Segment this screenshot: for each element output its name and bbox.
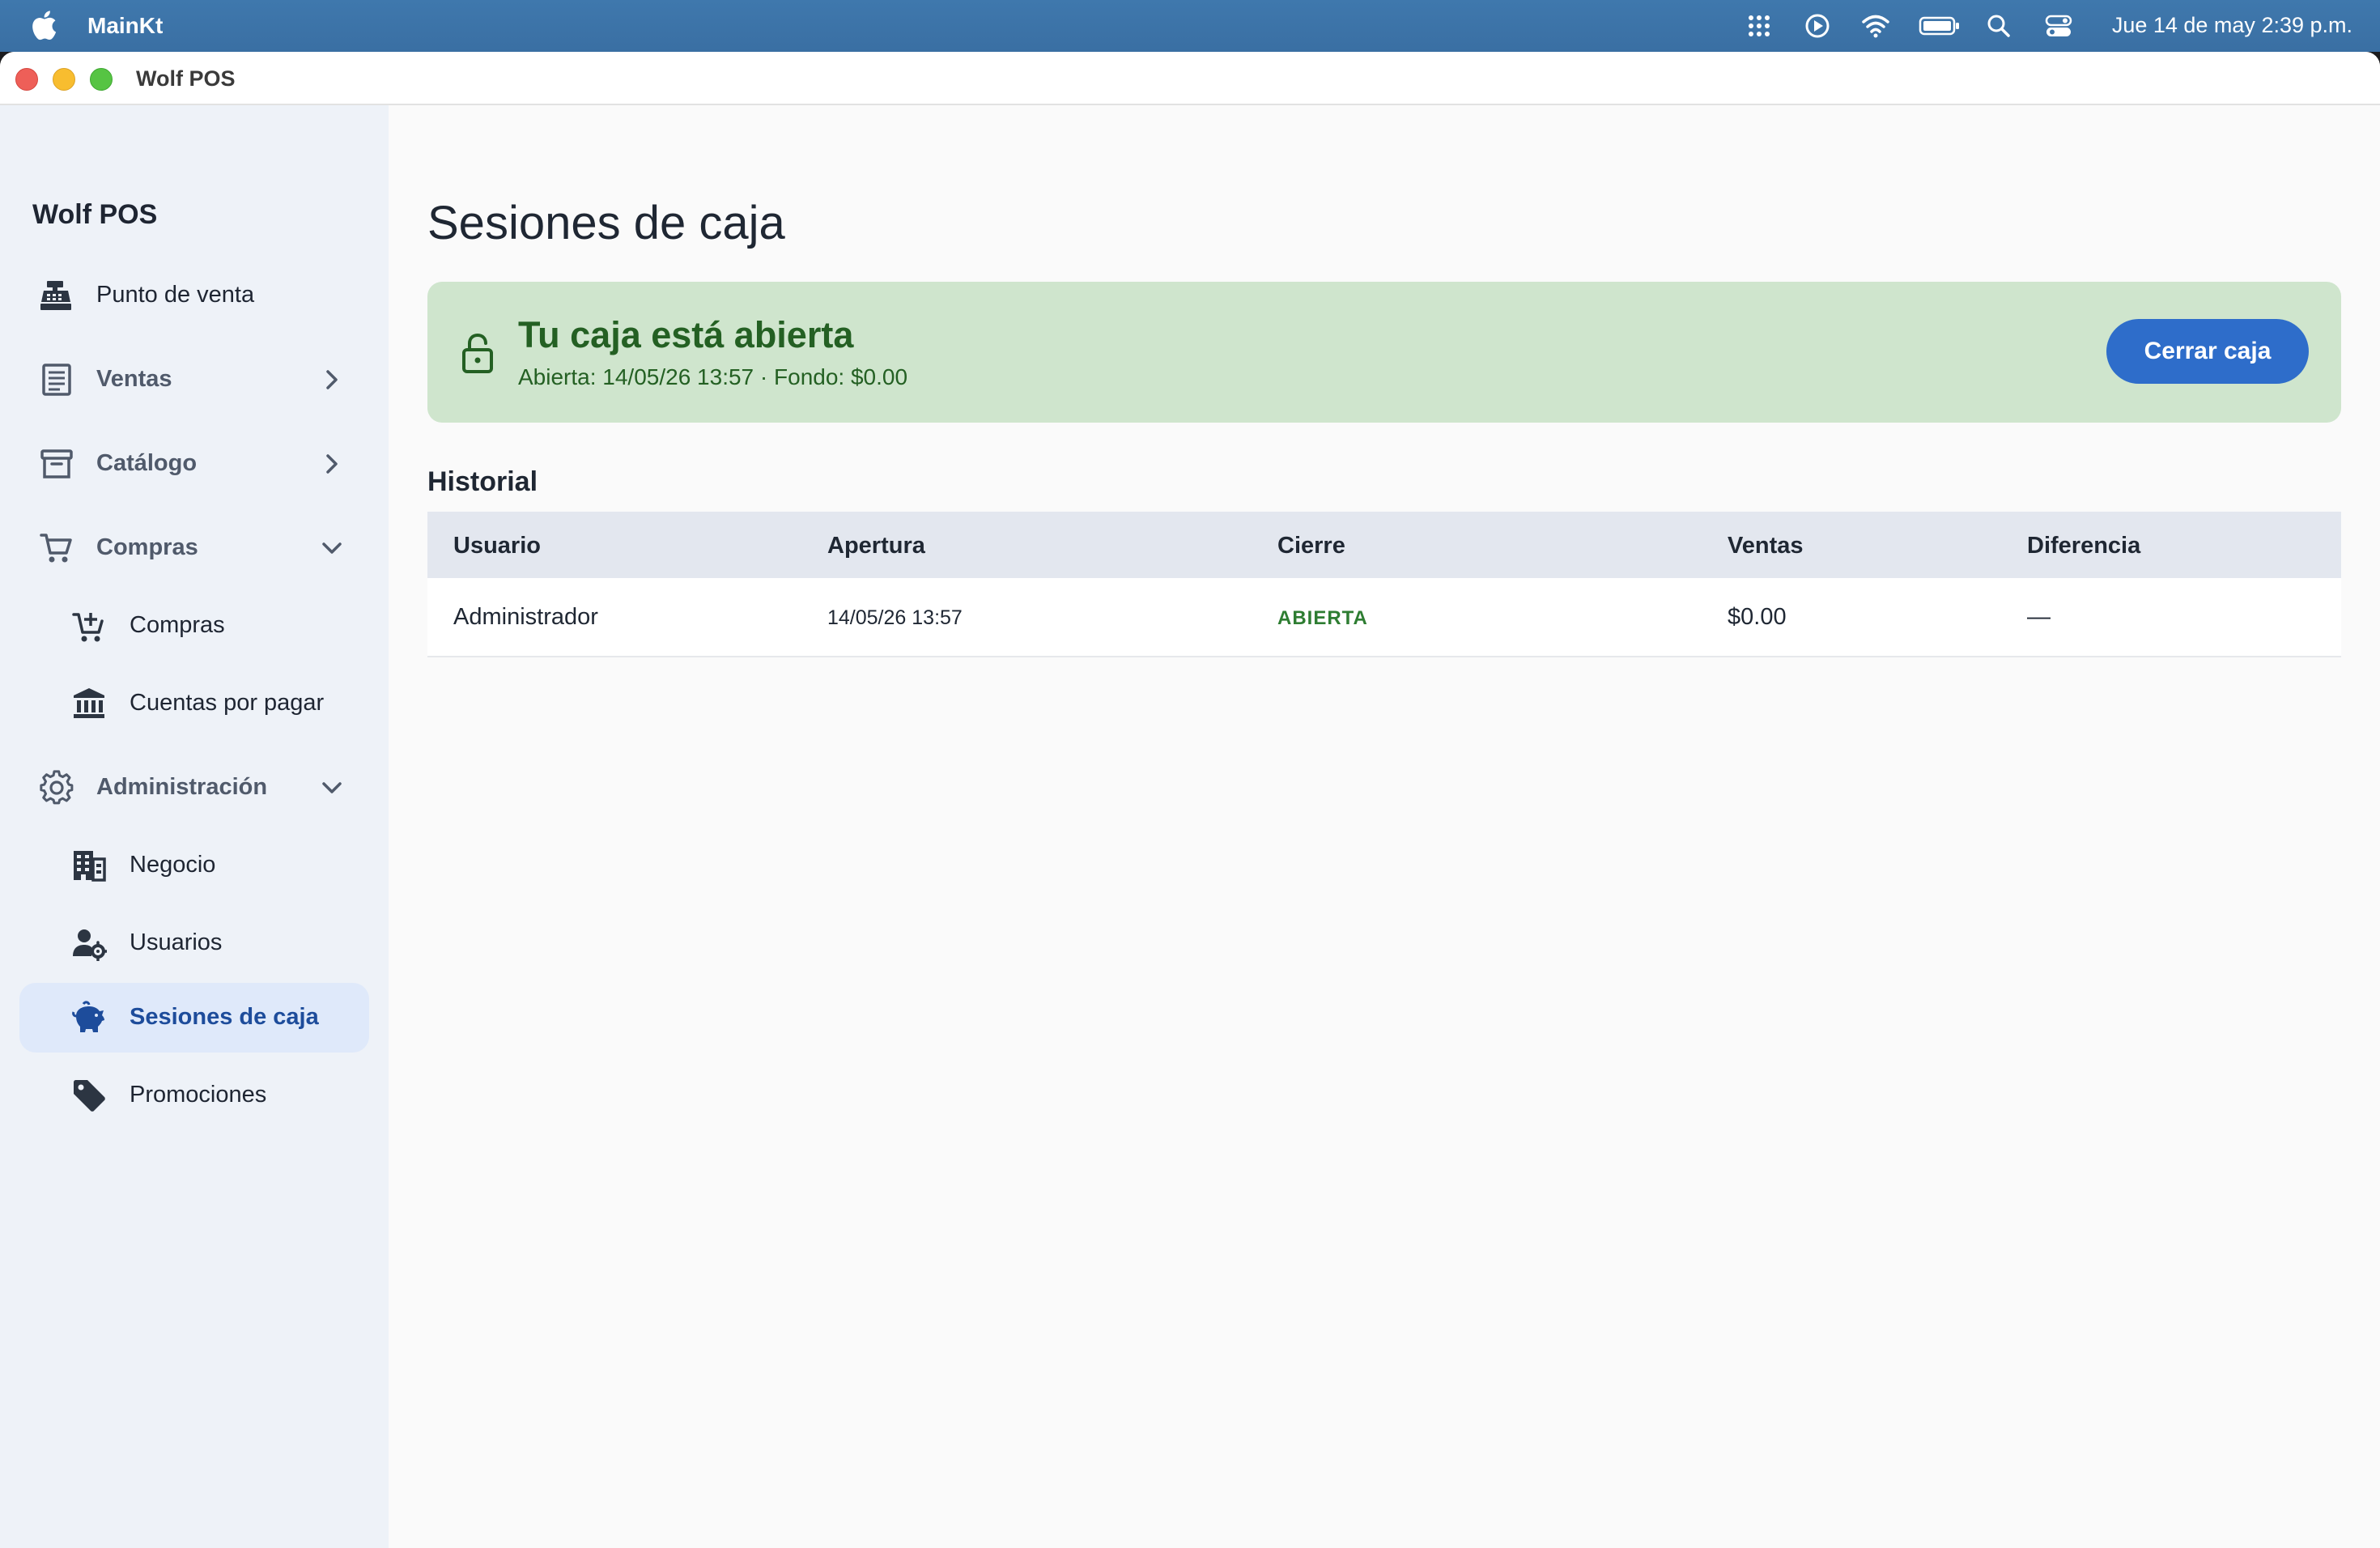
sidebar-item-promociones[interactable]: Promociones — [19, 1061, 369, 1130]
close-register-button[interactable]: Cerrar caja — [2106, 319, 2309, 384]
sidebar-item-label: Usuarios — [130, 929, 223, 955]
column-header-diferencia[interactable]: Diferencia — [2027, 533, 2140, 559]
history-title: Historial — [427, 466, 538, 497]
opened-at-text: Abierta: 14/05/26 13:57 — [518, 364, 754, 389]
sidebar-item-label: Compras — [130, 612, 225, 638]
chevron-down-icon[interactable] — [317, 773, 346, 802]
sidebar-item-label: Catálogo — [96, 450, 198, 476]
cell-usuario: Administrador — [453, 604, 598, 630]
app-window: Wolf POS Wolf POS Punto de venta Ventas … — [0, 52, 2380, 1548]
history-table: Usuario Apertura Cierre Ventas Diferenci… — [427, 512, 2341, 657]
sidebar-item-compras[interactable]: Compras — [19, 591, 369, 661]
separator-dot: · — [754, 364, 775, 389]
sidebar-brand: Wolf POS — [32, 199, 158, 230]
chevron-right-icon[interactable] — [317, 449, 346, 478]
table-header: Usuario Apertura Cierre Ventas Diferenci… — [427, 512, 2341, 578]
sidebar-item-ventas[interactable]: Ventas — [19, 345, 369, 415]
sidebar-item-label: Cuentas por pagar — [130, 690, 325, 716]
unlock-icon — [462, 333, 493, 373]
sidebar: Wolf POS Punto de venta Ventas Catálogo … — [0, 105, 389, 1548]
window-title-bar[interactable]: Wolf POS — [0, 52, 2380, 105]
grid-dots-icon[interactable] — [1744, 11, 1774, 40]
column-header-apertura[interactable]: Apertura — [827, 533, 925, 559]
sidebar-item-negocio[interactable]: Negocio — [19, 831, 369, 900]
play-circle-icon[interactable] — [1802, 11, 1833, 40]
sidebar-item-catalogo[interactable]: Catálogo — [19, 429, 369, 499]
page-title: Sesiones de caja — [427, 197, 785, 249]
search-icon[interactable] — [1983, 11, 2014, 40]
cell-apertura: 14/05/26 13:57 — [827, 606, 963, 629]
zoom-window-button[interactable] — [90, 68, 113, 91]
sidebar-item-label: Promociones — [130, 1082, 267, 1108]
sidebar-item-label: Ventas — [96, 366, 172, 392]
banner-title: Tu caja está abierta — [518, 314, 854, 355]
cell-ventas: $0.00 — [1728, 604, 1787, 630]
minimize-window-button[interactable] — [53, 68, 75, 91]
sidebar-item-label: Compras — [96, 534, 198, 560]
cash-register-icon — [40, 281, 71, 310]
sidebar-item-label: Administración — [96, 774, 268, 800]
close-window-button[interactable] — [15, 68, 38, 91]
sidebar-item-sesiones-de-caja[interactable]: Sesiones de caja — [19, 983, 369, 1053]
user-gear-icon — [73, 929, 107, 961]
table-row[interactable]: Administrador 14/05/26 13:57 ABIERTA $0.… — [427, 578, 2341, 657]
piggy-bank-icon — [72, 1001, 104, 1032]
sidebar-item-punto-de-venta[interactable]: Punto de venta — [19, 261, 369, 330]
banner-subtitle: Abierta: 14/05/26 13:57 · Fondo: $0.00 — [518, 364, 907, 390]
column-header-usuario[interactable]: Usuario — [453, 533, 541, 559]
cell-diferencia: — — [2027, 604, 2051, 630]
fund-text: Fondo: $0.00 — [774, 364, 908, 389]
active-app-name[interactable]: MainKt — [87, 13, 163, 39]
open-session-banner: Tu caja está abierta Abierta: 14/05/26 1… — [427, 282, 2341, 423]
bank-icon — [74, 688, 104, 718]
receipt-list-icon — [42, 364, 71, 396]
chevron-right-icon[interactable] — [317, 365, 346, 394]
cart-add-icon — [72, 613, 104, 642]
status-badge: ABIERTA — [1277, 607, 1368, 629]
building-icon — [74, 851, 106, 882]
sidebar-item-administracion-group[interactable]: Administración — [19, 753, 369, 823]
wifi-icon[interactable] — [1860, 11, 1891, 40]
sidebar-item-label: Punto de venta — [96, 282, 255, 308]
apple-icon[interactable] — [31, 10, 57, 40]
sidebar-item-label: Sesiones de caja — [130, 1004, 319, 1030]
archive-box-icon — [40, 449, 73, 478]
sidebar-item-cuentas-por-pagar[interactable]: Cuentas por pagar — [19, 669, 369, 738]
sidebar-item-compras-group[interactable]: Compras — [19, 513, 369, 583]
sidebar-item-label: Negocio — [130, 852, 216, 878]
control-center-icon[interactable] — [2043, 11, 2074, 40]
battery-icon[interactable] — [1919, 11, 1961, 40]
window-title: Wolf POS — [136, 66, 236, 91]
chevron-down-icon[interactable] — [317, 534, 346, 563]
main-content: Sesiones de caja Tu caja está abierta Ab… — [389, 105, 2380, 1548]
tag-icon — [74, 1080, 105, 1112]
menu-bar: MainKt Jue 14 de may 2:39 p.m. — [0, 0, 2380, 52]
gear-icon — [40, 770, 74, 805]
cart-icon — [40, 534, 72, 563]
column-header-cierre[interactable]: Cierre — [1277, 533, 1345, 559]
menu-bar-clock[interactable]: Jue 14 de may 2:39 p.m. — [2112, 13, 2352, 38]
column-header-ventas[interactable]: Ventas — [1728, 533, 1804, 559]
sidebar-item-usuarios[interactable]: Usuarios — [19, 908, 369, 978]
